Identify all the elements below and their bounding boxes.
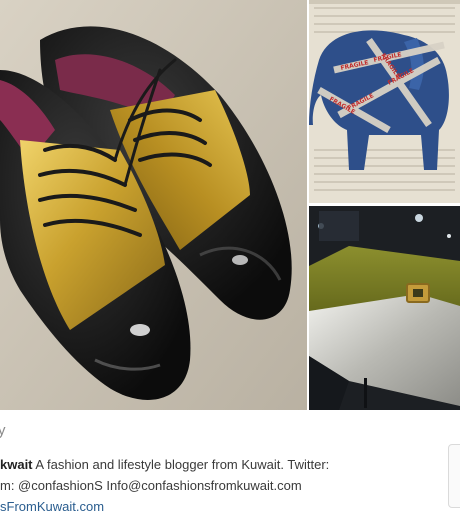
shoes-photo xyxy=(0,0,307,410)
bio-website-line: sFromKuwait.com xyxy=(0,499,104,514)
profile-username: y xyxy=(0,422,6,439)
follow-button[interactable] xyxy=(448,444,460,508)
photo-tile-shoes[interactable] xyxy=(0,0,307,410)
photo-grid: FRAGILE FRAGILE FRAGILE FRAGILE FRAGILE … xyxy=(0,0,460,410)
photo-tile-elephant[interactable]: FRAGILE FRAGILE FRAGILE FRAGILE FRAGILE … xyxy=(309,0,460,203)
profile-bio: y kwait A fashion and lifestyle blogger … xyxy=(0,410,460,522)
bio-line: kwait A fashion and lifestyle blogger fr… xyxy=(0,457,329,472)
elephant-photo: FRAGILE FRAGILE FRAGILE FRAGILE FRAGILE … xyxy=(309,0,460,203)
bio-name: kwait xyxy=(0,457,33,472)
bio-text: A fashion and lifestyle blogger from Kuw… xyxy=(32,457,330,472)
clutch-photo xyxy=(309,206,460,410)
photo-tile-clutch[interactable] xyxy=(309,206,460,410)
website-link[interactable]: sFromKuwait.com xyxy=(0,499,104,514)
bio-contact-line: m: @confashionS Info@confashionsfromkuwa… xyxy=(0,478,302,493)
